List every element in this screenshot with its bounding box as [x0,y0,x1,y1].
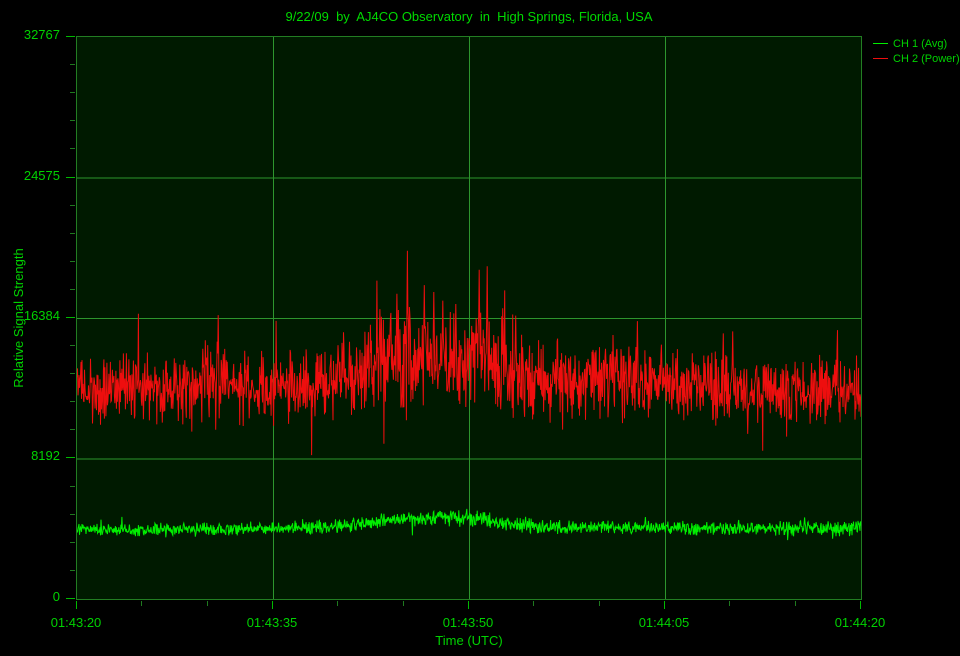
traces-svg [77,37,861,599]
y-major-tick [66,36,75,37]
y-tick-label: 24575 [23,168,60,183]
y-minor-tick [70,486,75,487]
y-minor-tick [70,92,75,93]
legend-label-ch1: CH 1 (Avg) [893,37,948,50]
x-major-tick [76,601,77,609]
x-minor-tick [403,601,404,606]
y-major-tick [66,317,75,318]
y-minor-tick [70,289,75,290]
x-major-tick [860,601,861,609]
y-minor-tick [70,205,75,206]
x-major-tick [664,601,665,609]
strip-chart-screen: 9/22/09 by AJ4CO Observatory in High Spr… [0,0,960,656]
y-minor-tick [70,570,75,571]
y-tick-label: 0 [52,589,60,604]
x-major-tick [468,601,469,609]
y-major-tick [66,177,75,178]
ch1-line-swatch [873,43,888,44]
chart-title: 9/22/09 by AJ4CO Observatory in High Spr… [285,9,653,24]
x-tick-label: 01:44:05 [638,615,690,630]
x-minor-tick [729,601,730,606]
y-minor-tick [70,401,75,402]
ch2-line-swatch [873,58,888,59]
y-minor-tick [70,429,75,430]
y-tick-label: 32767 [23,27,60,42]
y-minor-tick [70,261,75,262]
x-tick-label: 01:43:35 [246,615,298,630]
x-axis-title: Time (UTC) [435,633,503,648]
y-major-tick [66,457,75,458]
x-tick-label: 01:44:20 [834,615,886,630]
y-minor-tick [70,148,75,149]
legend: CH 1 (Avg) CH 2 (Power) [873,36,960,66]
x-minor-tick [337,601,338,606]
plot-area [76,36,862,600]
y-major-tick [66,598,75,599]
legend-item-ch2: CH 2 (Power) [873,51,960,66]
x-minor-tick [533,601,534,606]
y-minor-tick [70,542,75,543]
y-minor-tick [70,373,75,374]
x-minor-tick [207,601,208,606]
legend-item-ch1: CH 1 (Avg) [873,36,960,51]
x-minor-tick [599,601,600,606]
y-tick-label: 8192 [31,448,60,463]
y-minor-tick [70,514,75,515]
x-major-tick [272,601,273,609]
y-minor-tick [70,64,75,65]
x-tick-label: 01:43:50 [442,615,494,630]
x-minor-tick [141,601,142,606]
legend-label-ch2: CH 2 (Power) [893,52,960,65]
y-minor-tick [70,233,75,234]
x-minor-tick [795,601,796,606]
y-minor-tick [70,120,75,121]
y-tick-label: 16384 [23,308,60,323]
x-tick-label: 01:43:20 [50,615,102,630]
y-minor-tick [70,345,75,346]
